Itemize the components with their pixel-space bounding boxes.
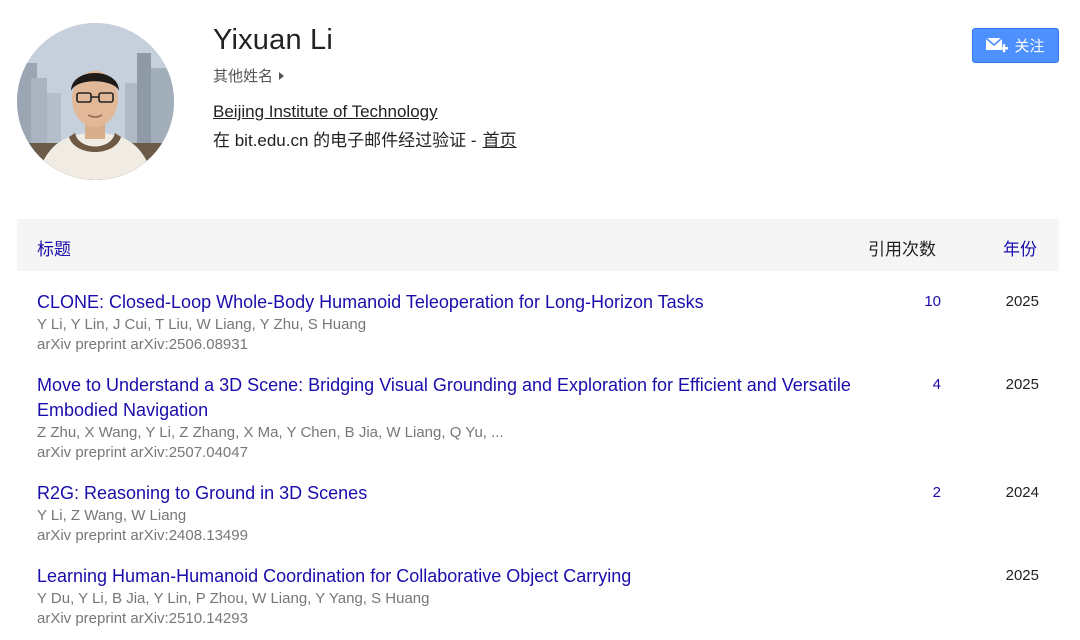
table-header: 标题 引用次数 年份 <box>17 219 1059 271</box>
paper-year: 2025 <box>1005 567 1039 584</box>
profile-photo <box>17 23 174 180</box>
paper-authors: Z Zhu, X Wang, Y Li, Z Zhang, X Ma, Y Ch… <box>37 424 504 441</box>
other-names-label: 其他姓名 <box>213 68 274 85</box>
table-row: Move to Understand a 3D Scene: Bridging … <box>37 373 1057 462</box>
paper-authors: Y Du, Y Li, B Jia, Y Lin, P Zhou, W Lian… <box>37 590 430 607</box>
cited-by-link[interactable]: 2 <box>897 484 941 501</box>
paper-venue: arXiv preprint arXiv:2506.08931 <box>37 336 248 353</box>
follow-button[interactable]: 关注 <box>972 28 1059 63</box>
paper-title-link[interactable]: CLONE: Closed-Loop Whole-Body Humanoid T… <box>37 290 857 315</box>
paper-venue: arXiv preprint arXiv:2507.04047 <box>37 444 248 461</box>
table-row: CLONE: Closed-Loop Whole-Body Humanoid T… <box>37 290 1057 354</box>
verified-email-text: 在 bit.edu.cn 的电子邮件经过验证 - <box>213 131 477 150</box>
table-row: Learning Human-Humanoid Coordination for… <box>37 564 1057 628</box>
mail-plus-icon <box>986 36 1009 52</box>
paper-authors: Y Li, Z Wang, W Liang <box>37 507 187 524</box>
header-year-sort[interactable]: 年份 <box>1003 235 1037 260</box>
header-cited-by: 引用次数 <box>868 240 936 259</box>
paper-venue: arXiv preprint arXiv:2408.13499 <box>37 527 248 544</box>
paper-title-link[interactable]: Learning Human-Humanoid Coordination for… <box>37 564 857 589</box>
header-title-sort[interactable]: 标题 <box>37 235 71 260</box>
other-names-toggle[interactable]: 其他姓名 <box>213 65 285 86</box>
paper-title-link[interactable]: Move to Understand a 3D Scene: Bridging … <box>37 373 857 423</box>
cited-by-link[interactable]: 10 <box>897 293 941 310</box>
homepage-link[interactable]: 首页 <box>483 126 517 151</box>
follow-label: 关注 <box>1014 38 1045 55</box>
avatar <box>17 23 174 180</box>
paper-year: 2024 <box>1005 484 1039 501</box>
paper-venue: arXiv preprint arXiv:2510.14293 <box>37 610 248 627</box>
paper-year: 2025 <box>1005 293 1039 310</box>
affiliation-link[interactable]: Beijing Institute of Technology <box>213 102 438 122</box>
cited-by-link[interactable]: 4 <box>897 376 941 393</box>
paper-title-link[interactable]: R2G: Reasoning to Ground in 3D Scenes <box>37 481 857 506</box>
profile-name: Yixuan Li <box>213 24 334 56</box>
caret-right-icon <box>279 71 285 80</box>
paper-year: 2025 <box>1005 376 1039 393</box>
verified-email-line: 在 bit.edu.cn 的电子邮件经过验证 - 首页 <box>213 126 517 151</box>
table-row: R2G: Reasoning to Ground in 3D Scenes Y … <box>37 481 1057 545</box>
paper-authors: Y Li, Y Lin, J Cui, T Liu, W Liang, Y Zh… <box>37 316 367 333</box>
